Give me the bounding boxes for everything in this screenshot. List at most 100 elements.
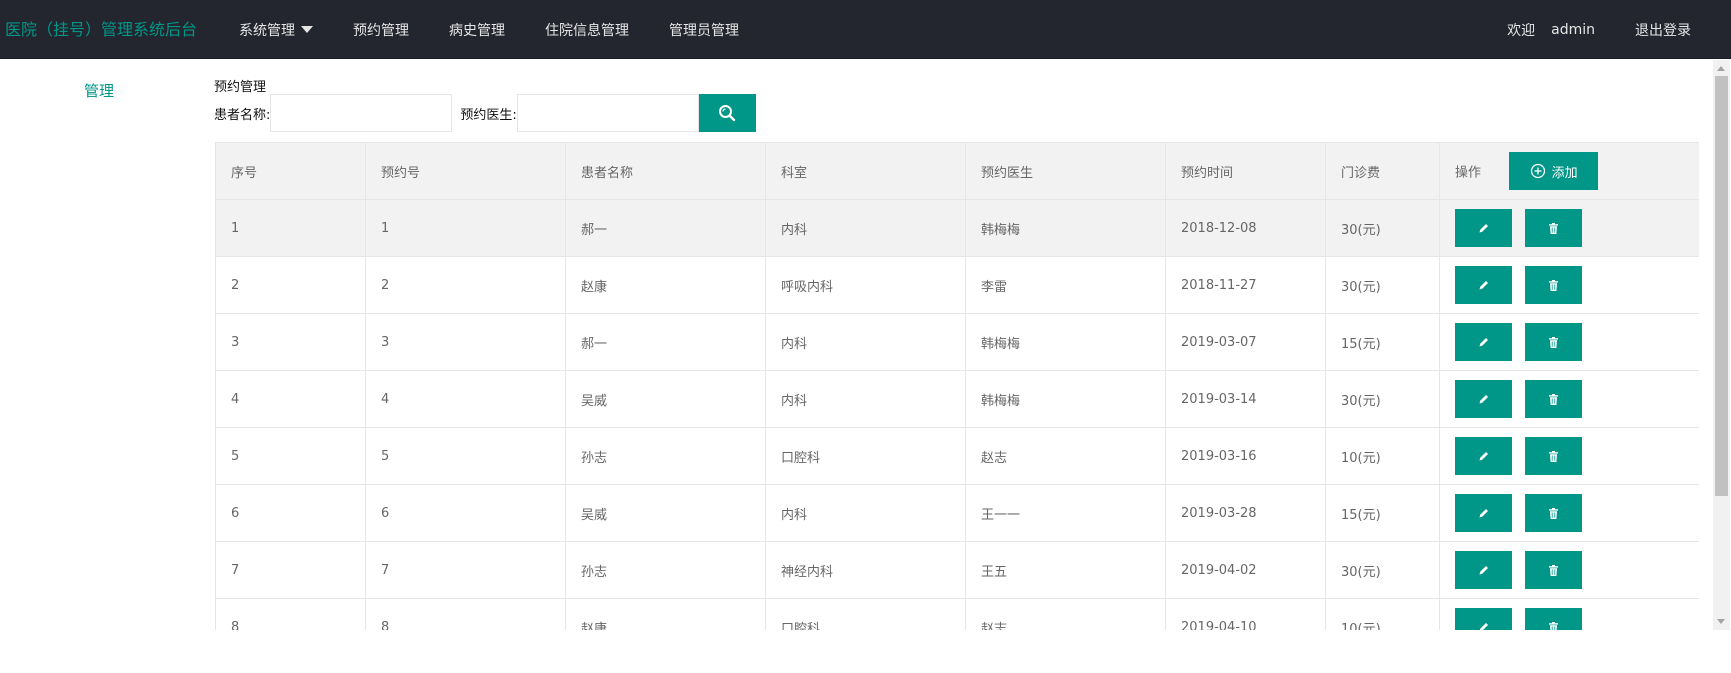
table-header-row: 序号 预约号 患者名称 科室 预约医生 预约时间 门诊费 操作 添加: [215, 142, 1699, 200]
edit-button[interactable]: [1455, 323, 1512, 361]
logout-link[interactable]: 退出登录: [1635, 20, 1691, 40]
column-header: 科室: [765, 142, 966, 200]
table-cell: 15(元): [1325, 484, 1440, 542]
table-cell: 2019-03-16: [1165, 427, 1326, 485]
table-cell: 1: [365, 199, 566, 257]
table-cell: 30(元): [1325, 199, 1440, 257]
page-scrollbar[interactable]: [1713, 60, 1730, 630]
table-cell: 神经内科: [765, 541, 966, 599]
plus-circle-icon: [1530, 163, 1545, 179]
delete-button[interactable]: [1525, 209, 1582, 247]
nav-item-label: 住院信息管理: [545, 22, 629, 39]
table-cell: 8: [215, 598, 366, 630]
delete-button[interactable]: [1525, 608, 1582, 630]
sidebar-item-manage[interactable]: 管理: [84, 80, 114, 101]
column-header: 门诊费: [1325, 142, 1440, 200]
delete-button[interactable]: [1525, 266, 1582, 304]
table-cell: 赵志: [965, 598, 1166, 630]
edit-button[interactable]: [1455, 380, 1512, 418]
delete-button[interactable]: [1525, 323, 1582, 361]
nav-item-system[interactable]: 系统管理: [239, 20, 313, 40]
table-row: 6 6 吴威 内科 王一一 2019-03-28 15(元): [215, 484, 1699, 542]
table-row: 5 5 孙志 口腔科 赵志 2019-03-16 10(元): [215, 427, 1699, 485]
scroll-down-arrow-icon[interactable]: [1717, 619, 1725, 624]
table-cell: 30(元): [1325, 370, 1440, 428]
nav-item-appointment[interactable]: 预约管理: [353, 20, 409, 40]
table-cell: 7: [215, 541, 366, 599]
nav-item-label: 系统管理: [239, 22, 295, 39]
table-cell: 15(元): [1325, 313, 1440, 371]
column-header: 预约时间: [1165, 142, 1326, 200]
table-cell: 2019-04-10: [1165, 598, 1326, 630]
table-cell: 5: [215, 427, 366, 485]
user-area: 欢迎 admin 退出登录: [1507, 0, 1731, 59]
nav-item-label: 预约管理: [353, 22, 409, 39]
table-cell: 口腔科: [765, 598, 966, 630]
scrollbar-thumb[interactable]: [1715, 76, 1728, 496]
table-cell: 2018-11-27: [1165, 256, 1326, 314]
username[interactable]: admin: [1551, 22, 1595, 38]
appointment-table-container: 序号 预约号 患者名称 科室 预约医生 预约时间 门诊费 操作 添加 1 1 郝…: [215, 142, 1699, 630]
search-button[interactable]: [698, 94, 756, 132]
row-actions: [1439, 199, 1699, 257]
edit-button[interactable]: [1455, 437, 1512, 475]
nav-item-history[interactable]: 病史管理: [449, 20, 505, 40]
top-navbar: 医院（挂号）管理系统后台 系统管理 预约管理 病史管理 住院信息管理 管理员管理…: [0, 0, 1731, 59]
table-cell: 4: [365, 370, 566, 428]
add-button[interactable]: 添加: [1509, 152, 1599, 190]
edit-button[interactable]: [1455, 209, 1512, 247]
welcome-text: 欢迎: [1507, 22, 1536, 39]
nav-item-label: 管理员管理: [669, 22, 739, 39]
table-cell: 韩梅梅: [965, 313, 1166, 371]
table-cell: 赵康: [565, 598, 766, 630]
row-actions: [1439, 370, 1699, 428]
patient-name-input[interactable]: [270, 94, 453, 132]
table-cell: 30(元): [1325, 256, 1440, 314]
table-cell: 10(元): [1325, 598, 1440, 630]
nav-item-label: 病史管理: [449, 22, 505, 39]
trash-icon: [1549, 564, 1558, 576]
table-cell: 王一一: [965, 484, 1166, 542]
caret-down-icon: [301, 26, 313, 33]
trash-icon: [1549, 450, 1558, 462]
table-cell: 3: [365, 313, 566, 371]
doctor-label: 预约医生:: [460, 107, 517, 123]
table-cell: 王五: [965, 541, 1166, 599]
table-cell: 6: [365, 484, 566, 542]
doctor-input[interactable]: [516, 94, 699, 132]
column-header: 预约号: [365, 142, 566, 200]
delete-button[interactable]: [1525, 494, 1582, 532]
nav-item-admin[interactable]: 管理员管理: [669, 20, 739, 40]
scroll-up-arrow-icon[interactable]: [1717, 66, 1725, 71]
column-header: 预约医生: [965, 142, 1166, 200]
edit-icon: [1479, 566, 1488, 575]
edit-icon: [1479, 224, 1488, 233]
table-cell: 孙志: [565, 541, 766, 599]
nav-item-inpatient[interactable]: 住院信息管理: [545, 20, 629, 40]
row-actions: [1439, 313, 1699, 371]
trash-icon: [1549, 222, 1558, 234]
edit-button[interactable]: [1455, 494, 1512, 532]
edit-button[interactable]: [1455, 608, 1512, 630]
edit-button[interactable]: [1455, 551, 1512, 589]
edit-button[interactable]: [1455, 266, 1512, 304]
table-cell: 呼吸内科: [765, 256, 966, 314]
row-actions: [1439, 427, 1699, 485]
table-cell: 2: [365, 256, 566, 314]
column-header: 患者名称: [565, 142, 766, 200]
table-row: 1 1 郝一 内科 韩梅梅 2018-12-08 30(元): [215, 199, 1699, 257]
edit-icon: [1479, 281, 1488, 290]
search-bar: 患者名称: 预约医生:: [214, 94, 756, 132]
table-cell: 吴威: [565, 370, 766, 428]
column-header: 序号: [215, 142, 366, 200]
page-title: 预约管理: [214, 80, 267, 95]
table-cell: 30(元): [1325, 541, 1440, 599]
trash-icon: [1549, 336, 1558, 348]
delete-button[interactable]: [1525, 437, 1582, 475]
delete-button[interactable]: [1525, 551, 1582, 589]
table-cell: 内科: [765, 313, 966, 371]
app-title[interactable]: 医院（挂号）管理系统后台: [5, 0, 197, 59]
trash-icon: [1549, 507, 1558, 519]
table-cell: 韩梅梅: [965, 370, 1166, 428]
delete-button[interactable]: [1525, 380, 1582, 418]
